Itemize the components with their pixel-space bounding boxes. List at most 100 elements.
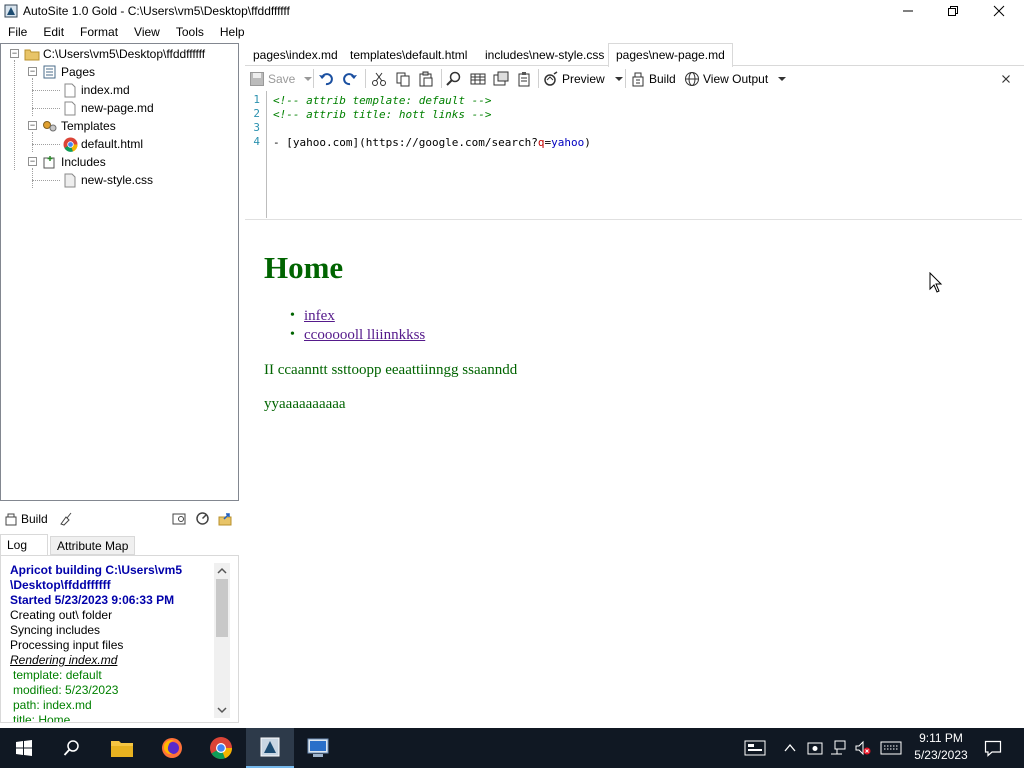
shield-icon (807, 742, 823, 755)
search-icon (63, 740, 79, 756)
search-button[interactable] (48, 728, 96, 768)
close-button[interactable] (976, 0, 1022, 22)
tree-line (32, 180, 60, 181)
firefox-icon (162, 738, 182, 758)
tree-item-new-style-css[interactable]: new-style.css (62, 171, 153, 189)
copy-button[interactable] (395, 68, 411, 89)
collapse-includes-toggle[interactable]: − (28, 157, 37, 166)
tab-includes-new-style-css[interactable]: includes\new-style.css (478, 45, 611, 66)
menu-format[interactable]: Format (72, 22, 126, 42)
refresh-icon[interactable] (195, 511, 210, 529)
scroll-up-icon[interactable] (214, 563, 230, 579)
tree-templates-folder[interactable]: Templates (42, 117, 116, 135)
view-output-label: View Output (703, 71, 769, 86)
tree-item-index-md[interactable]: index.md (62, 81, 130, 99)
network-icon (831, 740, 846, 755)
notifications-button[interactable] (978, 728, 1008, 768)
preview-pane: Home • infex • ccoooooll lliinnkkss II c… (245, 228, 1024, 728)
find-button[interactable] (446, 68, 462, 89)
toolbar-separator (313, 69, 314, 88)
preview-label: Preview (562, 71, 605, 86)
autosite-taskbar-button[interactable] (246, 728, 294, 768)
tree-root[interactable]: C:\Users\vm5\Desktop\ffddffffff (24, 45, 205, 63)
chevron-up-icon (784, 743, 796, 752)
scroll-down-icon[interactable] (214, 702, 230, 718)
cut-icon (372, 72, 386, 86)
pages-icon (42, 64, 58, 80)
preview-link-infex[interactable]: infex (304, 308, 335, 325)
tree-item-label: new-page.md (81, 101, 154, 115)
tab-pages-new-page-md[interactable]: pages\new-page.md (608, 43, 733, 67)
collapse-root-toggle[interactable]: − (10, 49, 19, 58)
open-output-icon[interactable] (172, 512, 187, 529)
folder-icon (111, 741, 133, 757)
toolbar-separator (365, 69, 366, 88)
collapse-pages-toggle[interactable]: − (28, 67, 37, 76)
file-explorer-button[interactable] (98, 728, 146, 768)
undo-button[interactable] (318, 68, 334, 89)
image-button[interactable] (493, 68, 509, 89)
action-center-icon[interactable] (742, 728, 768, 768)
tab-attribute-map[interactable]: Attribute Map (50, 536, 136, 555)
close-tab-button[interactable] (1001, 68, 1011, 89)
tab-templates-default-html[interactable]: templates\default.html (343, 45, 474, 66)
menu-help[interactable]: Help (212, 22, 253, 42)
css-file-icon (62, 172, 78, 188)
templates-icon (42, 118, 58, 134)
tray-network-icon[interactable] (828, 728, 850, 768)
preview-button[interactable]: Preview (543, 68, 625, 89)
tree-item-new-page-md[interactable]: new-page.md (62, 99, 154, 117)
redo-button[interactable] (342, 68, 358, 89)
menu-view[interactable]: View (126, 22, 168, 42)
show-hidden-icons[interactable] (780, 728, 800, 768)
log-line: template: default (13, 668, 102, 682)
export-icon[interactable] (218, 511, 233, 529)
firefox-button[interactable] (148, 728, 196, 768)
tray-keyboard-icon[interactable] (878, 728, 904, 768)
table-button[interactable] (470, 68, 486, 89)
menu-tools[interactable]: Tools (168, 22, 212, 42)
tray-volume-icon[interactable] (852, 728, 874, 768)
start-button[interactable] (0, 728, 48, 768)
build-button[interactable]: Build (21, 512, 48, 526)
log-line: path: index.md (13, 698, 92, 712)
collapse-templates-toggle[interactable]: − (28, 121, 37, 130)
save-button[interactable]: Save (249, 68, 314, 89)
title-bar: AutoSite 1.0 Gold - C:\Users\vm5\Desktop… (0, 0, 1024, 22)
autosite-icon (260, 737, 280, 757)
folder-icon (24, 46, 40, 62)
build-toolbar-button[interactable]: Build (630, 68, 676, 89)
restore-button[interactable] (930, 0, 976, 22)
tab-log[interactable]: Log (0, 534, 48, 556)
clipboard-button[interactable] (516, 68, 532, 89)
tree-pages-folder[interactable]: Pages (42, 63, 95, 81)
menu-edit[interactable]: Edit (35, 22, 72, 42)
scroll-thumb[interactable] (216, 579, 228, 637)
tab-pages-index-md[interactable]: pages\index.md (246, 45, 345, 66)
code-editor[interactable]: 1 2 3 4 <!-- attrib template: default --… (245, 91, 1022, 220)
line-number: 3 (253, 121, 260, 134)
app-taskbar-button[interactable] (294, 728, 342, 768)
taskbar-clock[interactable]: 9:11 PM 5/23/2023 (908, 730, 974, 764)
clean-icon[interactable] (58, 511, 73, 529)
keyboard-layout-icon (744, 740, 766, 756)
chrome-button[interactable] (197, 728, 245, 768)
cut-button[interactable] (371, 68, 387, 89)
minimize-button[interactable] (885, 0, 931, 22)
project-tree[interactable]: − C:\Users\vm5\Desktop\ffddffffff − Page… (0, 43, 239, 501)
tree-includes-folder[interactable]: Includes (42, 153, 106, 171)
log-scrollbar[interactable] (214, 563, 230, 718)
menu-file[interactable]: File (0, 22, 35, 42)
log-line: Rendering index.md (10, 653, 118, 667)
tree-item-default-html[interactable]: default.html (62, 135, 143, 153)
tree-line (32, 132, 33, 152)
tree-line (32, 90, 60, 91)
tray-security-icon[interactable] (804, 728, 826, 768)
paste-button[interactable] (418, 68, 434, 89)
build-icon (632, 72, 644, 86)
log-line: Syncing includes (10, 623, 101, 637)
view-output-button[interactable]: View Output (684, 68, 788, 89)
preview-link-links[interactable]: ccoooooll lliinnkkss (304, 327, 425, 344)
menu-bar: File Edit Format View Tools Help (0, 22, 1024, 42)
log-line: \Desktop\ffddffffff (10, 578, 111, 592)
